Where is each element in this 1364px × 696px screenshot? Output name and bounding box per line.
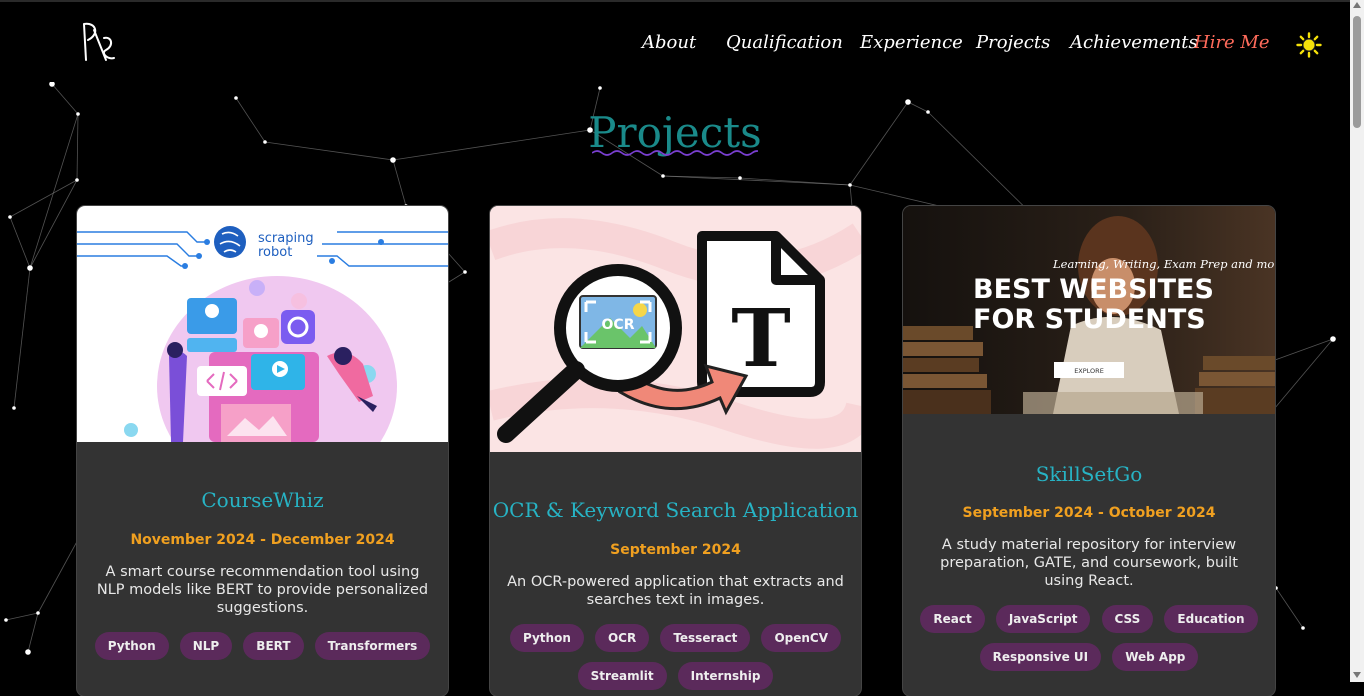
nav-achievements[interactable]: Achievements <box>1070 32 1198 53</box>
scroll-up-arrow-icon[interactable] <box>1353 2 1361 8</box>
network-link <box>9 216 31 269</box>
project-tags: React JavaScript CSS Education Responsiv… <box>913 605 1265 681</box>
scroll-thumb[interactable] <box>1353 16 1361 128</box>
tag-education: Education <box>1164 605 1258 633</box>
network-node <box>1330 336 1336 342</box>
project-card-skillsetgo[interactable]: Learning, Writing, Exam Prep and more. B… <box>903 206 1275 696</box>
network-node <box>27 265 33 271</box>
project-date: September 2024 - October 2024 <box>962 505 1216 521</box>
tag-ocr: OCR <box>594 624 650 652</box>
navbar: About Qualification Experience Projects … <box>0 0 1350 82</box>
network-node <box>905 99 911 105</box>
project-description: A study material repository for intervie… <box>940 537 1238 589</box>
illustration-brand-line1: scraping <box>258 231 314 246</box>
tag-nlp: NLP <box>179 632 233 660</box>
nav-about[interactable]: About <box>642 32 696 53</box>
project-image: Learning, Writing, Exam Prep and more. B… <box>903 206 1275 414</box>
ocr-illustration: T OCR <box>490 206 861 452</box>
banner-headline-line2: FOR STUDENTS <box>973 304 1206 335</box>
project-card-ocr[interactable]: T OCR OCR & Keyword Search Application S… <box>490 206 861 696</box>
tag-python: Python <box>94 632 169 660</box>
network-node <box>12 406 16 410</box>
nav-links: About Qualification Experience Projects … <box>0 2 1350 84</box>
tag-opencv: OpenCV <box>761 624 842 652</box>
network-link <box>27 612 39 653</box>
banner-kicker: Learning, Writing, Exam Prep and more. <box>1052 257 1275 271</box>
project-title: SkillSetGo <box>1035 462 1143 486</box>
project-date: November 2024 - December 2024 <box>130 532 395 548</box>
network-link <box>1275 587 1304 629</box>
project-date: September 2024 <box>610 542 741 558</box>
network-link <box>37 535 81 614</box>
network-link <box>13 267 31 409</box>
network-node <box>463 270 467 274</box>
tag-transformers: Transformers <box>314 632 431 660</box>
tag-responsive-ui: Responsive UI <box>979 643 1102 671</box>
project-image: T OCR <box>490 206 861 452</box>
title-underline-wave <box>592 150 758 156</box>
network-link <box>662 175 851 186</box>
network-node <box>598 86 602 90</box>
tag-web-app: Web App <box>1112 643 1199 671</box>
hire-me-link[interactable]: Hire Me <box>1194 32 1270 53</box>
project-title: OCR & Keyword Search Application <box>492 498 859 522</box>
banner-explore-label: EXPLORE <box>1074 367 1104 375</box>
project-description: An OCR-powered application that extracts… <box>507 574 844 608</box>
banner-headline-line1: BEST WEBSITES <box>973 274 1214 305</box>
tag-css: CSS <box>1101 605 1154 633</box>
network-node <box>75 178 79 182</box>
nav-qualification[interactable]: Qualification <box>726 32 843 53</box>
ocr-label: OCR <box>602 317 635 333</box>
network-node <box>390 157 396 163</box>
project-tags: Python OCR Tesseract OpenCV Streamlit In… <box>500 624 851 696</box>
project-description: A smart course recommendation tool using… <box>96 564 429 616</box>
project-title: CourseWhiz <box>201 488 324 512</box>
project-card-coursewhiz[interactable]: scraping robot CourseWhiz November 2024 … <box>77 206 448 696</box>
network-node <box>4 618 8 622</box>
tag-python: Python <box>509 624 584 652</box>
scrollbar[interactable] <box>1350 0 1364 682</box>
scraping-robot-illustration: scraping robot <box>77 226 448 442</box>
illustration-brand-line2: robot <box>258 245 292 260</box>
students-banner-image: Learning, Writing, Exam Prep and more. B… <box>903 206 1275 414</box>
network-node <box>661 174 665 178</box>
network-node <box>1301 626 1305 630</box>
network-node <box>36 611 40 615</box>
network-node <box>738 176 742 180</box>
tag-tesseract: Tesseract <box>660 624 751 652</box>
scroll-down-arrow-icon[interactable] <box>1353 672 1361 678</box>
network-node <box>234 96 238 100</box>
project-image: scraping robot <box>77 206 448 442</box>
network-link <box>5 612 39 621</box>
network-link <box>392 159 407 207</box>
project-tags: Python NLP BERT Transformers <box>87 632 438 670</box>
tag-bert: BERT <box>243 632 304 660</box>
network-node <box>848 183 852 187</box>
sun-icon[interactable] <box>1296 32 1322 58</box>
network-node <box>25 649 31 655</box>
tag-streamlit: Streamlit <box>577 662 667 690</box>
tag-javascript: JavaScript <box>995 605 1091 633</box>
network-node <box>8 215 12 219</box>
tag-react: React <box>920 605 985 633</box>
nav-experience[interactable]: Experience <box>860 32 963 53</box>
tag-internship: Internship <box>677 662 774 690</box>
document-letter: T <box>731 291 791 385</box>
nav-projects[interactable]: Projects <box>976 32 1050 53</box>
